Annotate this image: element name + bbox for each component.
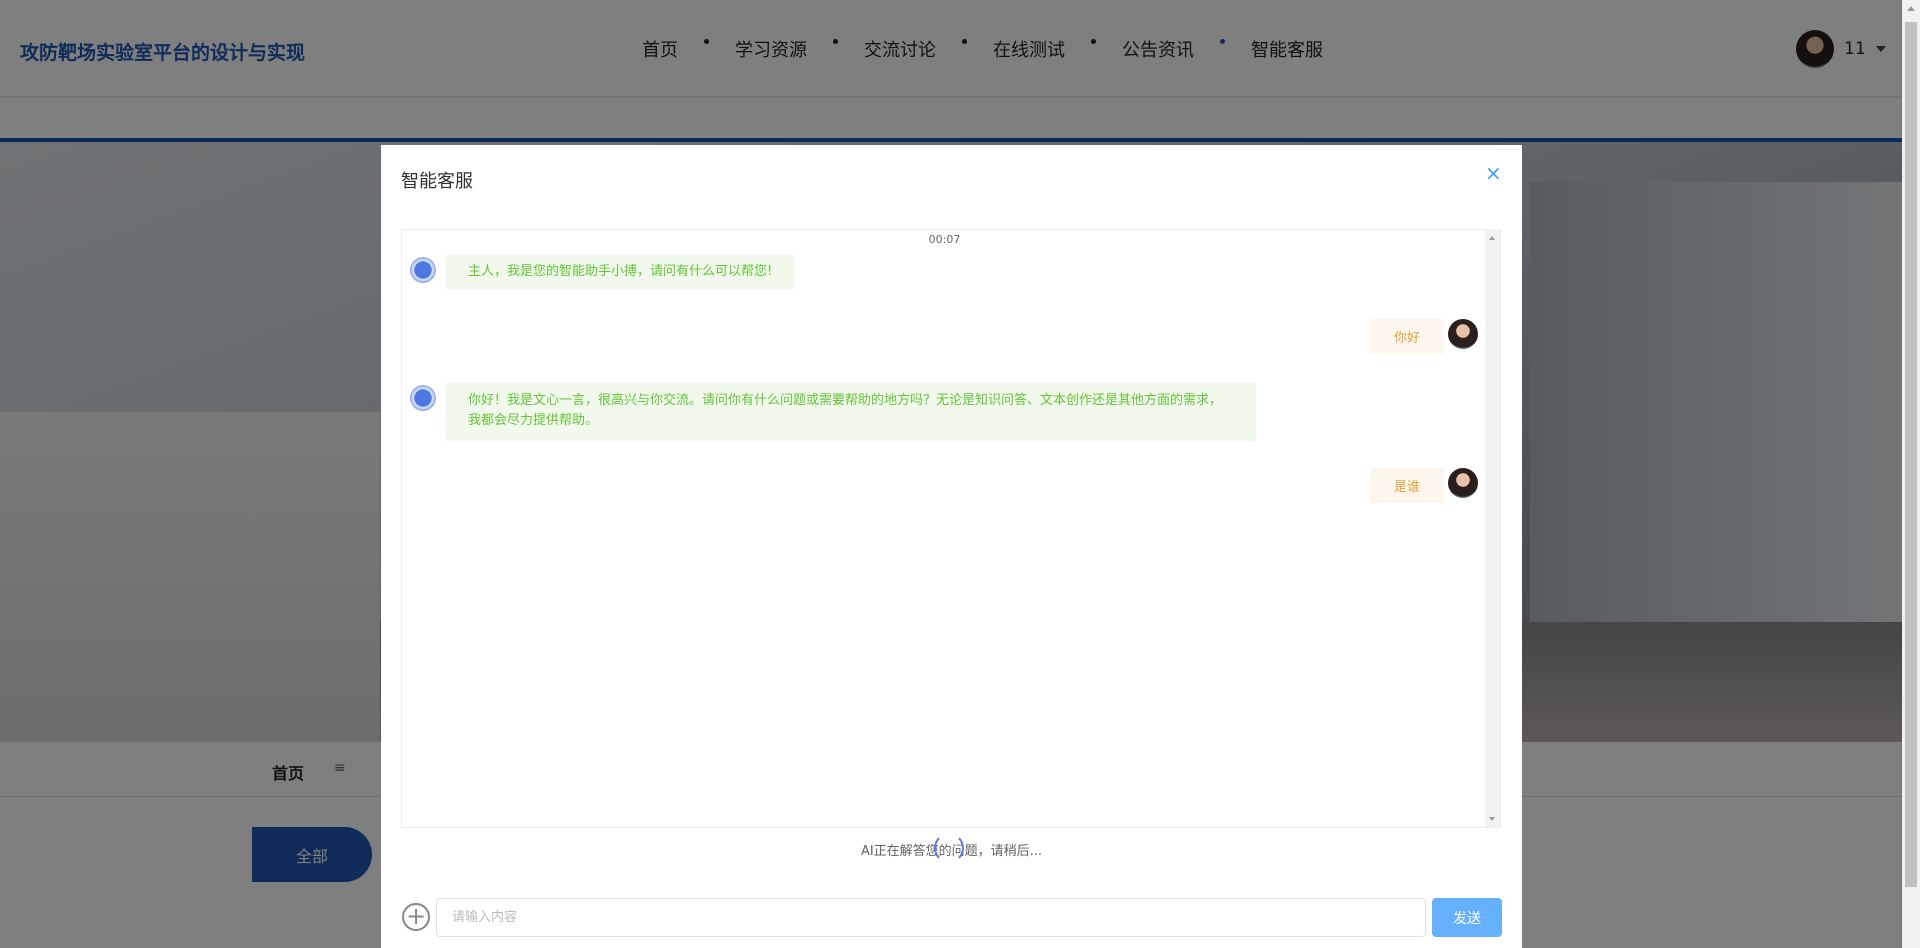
user-avatar (1448, 319, 1478, 349)
scroll-down-icon[interactable] (1489, 817, 1495, 821)
timestamp: 00:07 (928, 233, 961, 246)
user-avatar (1448, 468, 1478, 498)
dialog-title: 智能客服 (401, 171, 473, 192)
scroll-up-icon[interactable] (1489, 236, 1495, 240)
chat-window: 00:07 主人，我是您的智能助手小搏，请问有什么可以帮您! 你好 你好！我是文… (401, 229, 1501, 828)
smart-service-dialog: 智能客服 × 00:07 主人，我是您的智能助手小搏，请问有什么可以帮您! 你好… (381, 145, 1522, 948)
user-message: 是谁 (1369, 468, 1478, 503)
message-input[interactable] (436, 898, 1426, 937)
close-icon[interactable]: × (1485, 161, 1502, 185)
user-message: 你好 (1369, 319, 1478, 354)
robot-avatar-icon (410, 385, 436, 411)
page-scrollbar[interactable] (1902, 0, 1920, 948)
scrollbar-thumb[interactable] (1905, 22, 1917, 887)
message-bubble: 你好 (1369, 319, 1444, 354)
robot-avatar-icon (410, 257, 436, 283)
scroll-up-icon[interactable] (1907, 6, 1915, 11)
bot-message: 主人，我是您的智能助手小搏，请问有什么可以帮您! (410, 255, 795, 289)
chat-scrollbar[interactable] (1485, 230, 1500, 827)
plus-circle-icon[interactable]: + (402, 903, 430, 931)
message-bubble: 是谁 (1369, 468, 1444, 503)
message-bubble: 你好！我是文心一言，很高兴与你交流。请问你有什么问题或需要帮助的地方吗？无论是知… (446, 383, 1256, 441)
bot-message: 你好！我是文心一言，很高兴与你交流。请问你有什么问题或需要帮助的地方吗？无论是知… (410, 383, 1256, 441)
loading-spinner-icon (934, 833, 964, 863)
message-bubble: 主人，我是您的智能助手小搏，请问有什么可以帮您! (446, 255, 795, 289)
send-button[interactable]: 发送 (1432, 898, 1502, 937)
